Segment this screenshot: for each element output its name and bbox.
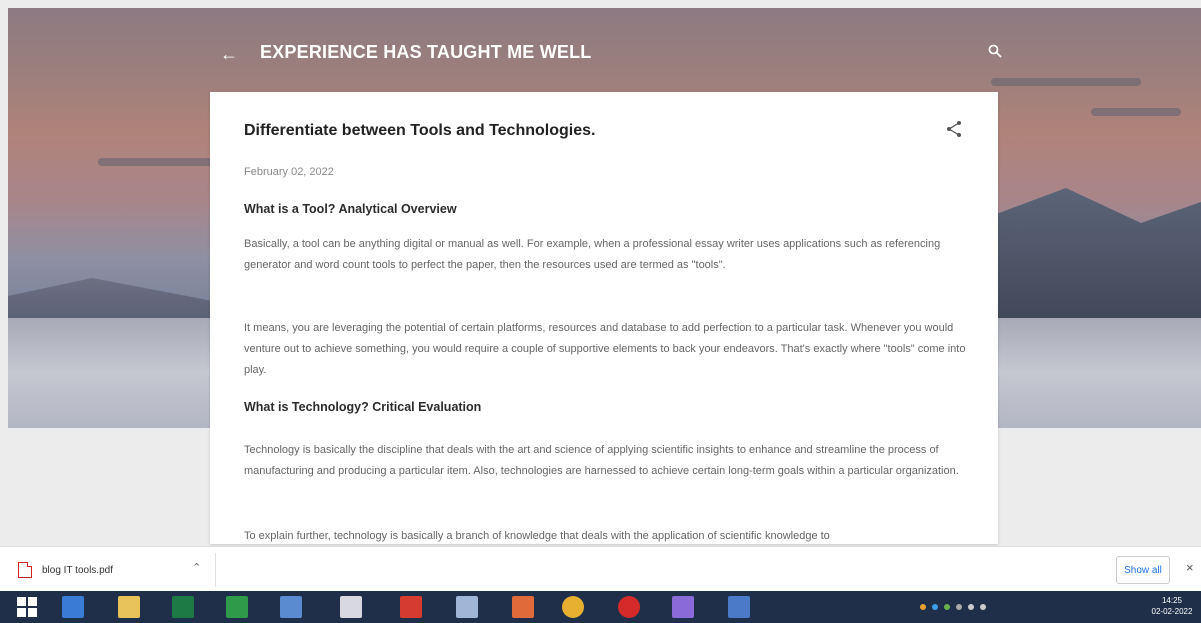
post-paragraph: Technology is basically the discipline t…: [244, 444, 959, 477]
section-heading: What is Technology? Critical Evaluation: [244, 400, 482, 414]
blog-title[interactable]: EXPERIENCE HAS TAUGHT ME WELL: [260, 42, 591, 63]
internet-explorer-icon[interactable]: [62, 596, 84, 618]
cloud-decoration: [98, 158, 218, 166]
clock-time: 14:25: [1161, 596, 1183, 605]
tray-icon[interactable]: [920, 604, 926, 610]
network-icon[interactable]: [968, 604, 974, 610]
clock[interactable]: 14:25 02-02-2022: [1150, 595, 1194, 617]
section-heading: What is a Tool? Analytical Overview: [244, 202, 457, 216]
taskbar: 14:25 02-02-2022: [0, 591, 1201, 623]
app-icon[interactable]: [728, 596, 750, 618]
app-icon[interactable]: [280, 596, 302, 618]
show-all-button[interactable]: Show all: [1116, 556, 1170, 584]
app-icon[interactable]: [340, 596, 362, 618]
pdf-file-icon: [18, 562, 32, 578]
file-explorer-icon[interactable]: [118, 596, 140, 618]
windows-start-icon[interactable]: [16, 596, 38, 618]
close-icon[interactable]: ×: [1186, 560, 1194, 575]
arrow-left-icon[interactable]: ←: [220, 44, 238, 65]
app-icon[interactable]: [672, 596, 694, 618]
app-icon[interactable]: [400, 596, 422, 618]
excel-icon[interactable]: [172, 596, 194, 618]
tray-icon[interactable]: [956, 604, 962, 610]
post-paragraph: Basically, a tool can be anything digita…: [244, 238, 941, 271]
chrome-icon[interactable]: [562, 596, 584, 618]
tray-icon[interactable]: [932, 604, 938, 610]
post-card: Differentiate between Tools and Technolo…: [210, 92, 998, 544]
volume-icon[interactable]: [980, 604, 986, 610]
opera-icon[interactable]: [618, 596, 640, 618]
post-paragraph: To explain further, technology is basica…: [244, 530, 830, 542]
tray-icon[interactable]: [944, 604, 950, 610]
calculator-icon[interactable]: [456, 596, 478, 618]
system-tray: [920, 591, 986, 623]
app-icon[interactable]: [512, 596, 534, 618]
post-paragraph: It means, you are leveraging the potenti…: [244, 322, 966, 376]
divider: [215, 553, 216, 587]
download-item[interactable]: blog IT tools.pdf: [18, 559, 113, 581]
share-icon[interactable]: [945, 120, 963, 138]
chevron-up-icon[interactable]: ⌃: [192, 561, 201, 574]
post-date: February 02, 2022: [244, 166, 334, 178]
app-icon[interactable]: [226, 596, 248, 618]
blog-header: ← EXPERIENCE HAS TAUGHT ME WELL: [8, 8, 1201, 98]
clock-date: 02-02-2022: [1151, 607, 1193, 616]
download-file-name: blog IT tools.pdf: [42, 564, 113, 576]
download-bar: blog IT tools.pdf ⌃ Show all ×: [0, 546, 1201, 592]
cloud-decoration: [1091, 108, 1181, 116]
post-title: Differentiate between Tools and Technolo…: [244, 122, 596, 139]
search-icon[interactable]: [988, 44, 1002, 58]
